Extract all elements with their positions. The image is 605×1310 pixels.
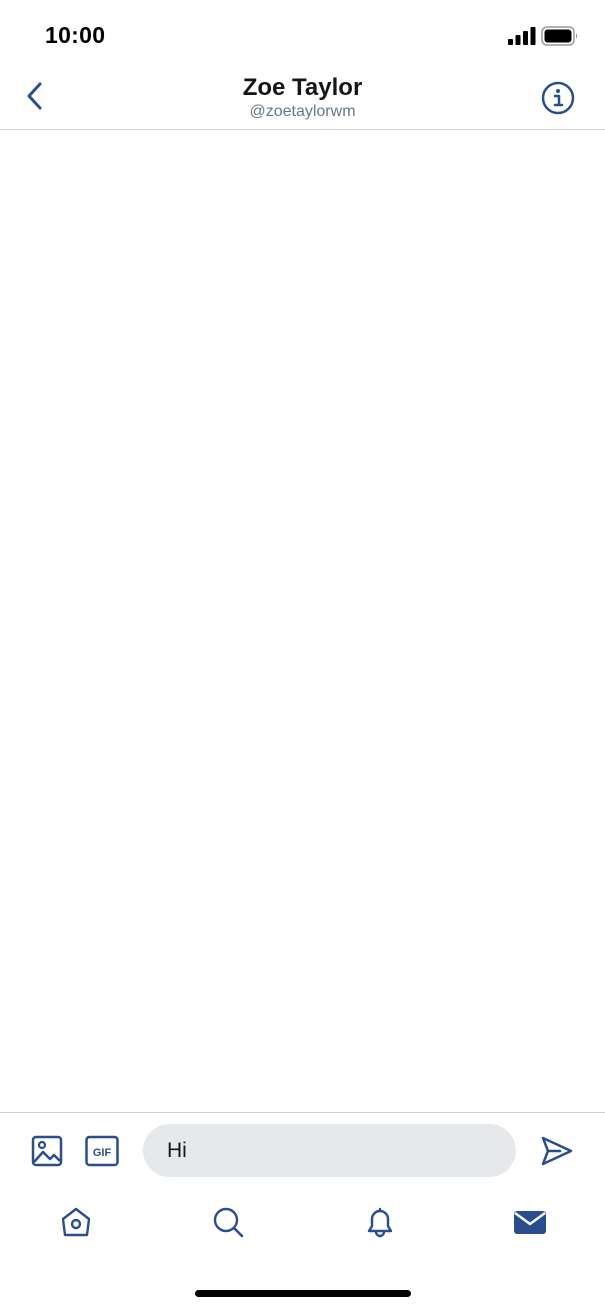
home-icon <box>61 1207 91 1237</box>
tab-bar <box>0 1190 605 1260</box>
tab-messages[interactable] <box>512 1204 548 1240</box>
search-icon <box>213 1207 244 1238</box>
dm-conversation-screen: 10:00 Zoe Taylor @zoetaylorwm GIF Hi <box>0 0 605 1310</box>
conversation-handle: @zoetaylorwm <box>249 103 356 120</box>
conversation-title: Zoe Taylor <box>242 74 363 101</box>
mail-icon <box>514 1211 546 1234</box>
gif-button[interactable]: GIF <box>85 1135 119 1167</box>
conversation-header: Zoe Taylor @zoetaylorwm <box>0 72 605 130</box>
image-icon[interactable] <box>31 1135 63 1167</box>
message-composer: GIF <box>0 1112 605 1190</box>
status-time: 10:00 <box>45 22 106 48</box>
battery-icon <box>541 26 578 46</box>
send-icon[interactable] <box>540 1134 574 1168</box>
tab-notifications[interactable] <box>362 1204 398 1240</box>
message-list[interactable] <box>0 131 605 1111</box>
info-button[interactable] <box>540 80 576 116</box>
cellular-signal-icon <box>508 27 536 45</box>
home-indicator[interactable] <box>195 1290 411 1297</box>
gif-icon: GIF <box>85 1135 119 1167</box>
bell-icon <box>367 1207 393 1238</box>
tab-search[interactable] <box>210 1204 246 1240</box>
gif-label: GIF <box>93 1147 112 1159</box>
status-bar: 10:00 <box>0 0 605 72</box>
tab-home[interactable] <box>58 1204 94 1240</box>
message-input[interactable] <box>143 1124 516 1177</box>
